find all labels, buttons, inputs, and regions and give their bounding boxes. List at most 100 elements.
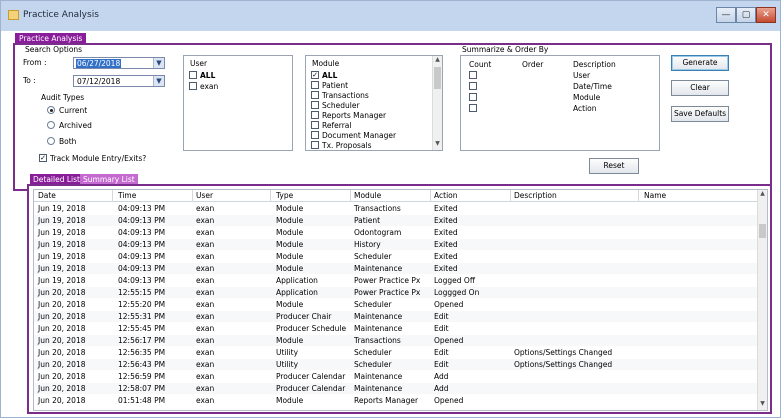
module-referral-checkbox[interactable] (311, 121, 319, 129)
table-cell (642, 347, 644, 358)
summarize-action-checkbox[interactable] (469, 104, 477, 112)
module-reports-manager-checkbox[interactable] (311, 111, 319, 119)
scroll-up-icon[interactable]: ▲ (433, 56, 442, 66)
table-row[interactable]: Jun 19, 2018 04:09:13 PM exan Module Transac… (34, 203, 759, 214)
table-cell: Jun 20, 2018 (38, 336, 86, 345)
table-cell: 04:09:13 PM (118, 252, 166, 261)
to-date-picker[interactable]: 07/12/2018 ▼ (73, 75, 165, 87)
audit-types-label: Audit Types (41, 93, 85, 102)
table-cell: exan (196, 228, 215, 237)
table-cell: Exited (434, 264, 458, 273)
radio-archived-label: Archived (59, 121, 92, 130)
table-cell: Maintenance (354, 324, 403, 333)
radio-both-label: Both (59, 137, 77, 146)
module-scheduler-checkbox[interactable] (311, 101, 319, 109)
table-cell: 04:09:13 PM (118, 204, 166, 213)
module-list-scrollbar[interactable]: ▲ ▼ (432, 56, 442, 150)
table-row[interactable]: Jun 19, 2018 04:09:13 PM exan Application Po… (34, 275, 759, 286)
column-header[interactable]: Module (352, 190, 381, 202)
column-header[interactable]: Action (432, 190, 458, 202)
table-row[interactable]: Jun 20, 2018 12:55:15 PM exan Application Po… (34, 287, 759, 298)
radio-current[interactable] (47, 106, 55, 114)
column-header[interactable]: Type (274, 190, 293, 202)
radio-both[interactable] (47, 137, 55, 145)
module-patient-checkbox[interactable] (311, 81, 319, 89)
module-list-header: Module (312, 59, 340, 68)
from-date-picker[interactable]: 06/27/2018 ▼ (73, 57, 165, 69)
table-row[interactable]: Jun 20, 2018 12:56:43 PM exan Utility Schedu… (34, 359, 759, 370)
close-button[interactable]: ✕ (756, 7, 776, 23)
summarize-module-checkbox[interactable] (469, 93, 477, 101)
table-cell: 12:58:07 PM (118, 384, 166, 393)
column-header[interactable]: Description (512, 190, 557, 202)
table-cell: Jun 19, 2018 (38, 252, 86, 261)
minimize-button[interactable]: — (716, 7, 736, 23)
summarize-datetime-checkbox[interactable] (469, 82, 477, 90)
save-defaults-button[interactable]: Save Defaults (671, 106, 729, 122)
table-cell: Edit (434, 348, 449, 357)
maximize-button[interactable]: ▢ (736, 7, 756, 23)
table-row[interactable]: Jun 20, 2018 12:55:31 PM exan Producer Chai… (34, 311, 759, 322)
module-tx-proposals-checkbox[interactable] (311, 141, 319, 149)
table-cell: exan (196, 372, 215, 381)
radio-archived[interactable] (47, 121, 55, 129)
table-row[interactable]: Jun 20, 2018 12:56:17 PM exan Module Transac… (34, 335, 759, 346)
table-row[interactable]: Jun 20, 2018 12:56:35 PM exan Utility Schedu… (34, 347, 759, 358)
summarize-grid[interactable]: Count Order Description User Date/Time M… (460, 55, 660, 151)
table-cell: Maintenance (354, 264, 403, 273)
table-row[interactable]: Jun 19, 2018 04:09:13 PM exan Module Odontog… (34, 227, 759, 238)
table-cell (512, 227, 514, 238)
table-cell: Jun 20, 2018 (38, 300, 86, 309)
summarize-description-header: Description (573, 60, 616, 69)
scroll-down-icon[interactable]: ▼ (758, 400, 767, 410)
module-all-checkbox[interactable]: ✓ (311, 71, 319, 79)
table-row[interactable]: Jun 20, 2018 12:55:45 PM exan Producer Sche… (34, 323, 759, 334)
title-bar[interactable]: Practice Analysis — ▢ ✕ (1, 1, 780, 31)
user-all-checkbox[interactable] (189, 71, 197, 79)
table-row[interactable]: Jun 20, 2018 12:56:59 PM exan Producer Cale… (34, 371, 759, 382)
generate-button[interactable]: Generate (671, 55, 729, 71)
table-cell: 04:09:13 PM (118, 276, 166, 285)
reset-button[interactable]: Reset (589, 158, 639, 174)
track-module-checkbox[interactable]: ✓ (39, 154, 47, 162)
table-cell: Options/Settings Changed (514, 348, 613, 357)
table-row[interactable]: Jun 19, 2018 04:09:13 PM exan Module Schedul… (34, 251, 759, 262)
table-cell: Jun 20, 2018 (38, 396, 86, 405)
table-cell (642, 263, 644, 274)
grid-scrollbar[interactable]: ▲ ▼ (757, 190, 767, 410)
column-header[interactable]: Time (116, 190, 136, 202)
clear-button[interactable]: Clear (671, 80, 729, 96)
table-cell (642, 395, 644, 406)
scroll-down-icon[interactable]: ▼ (433, 140, 442, 150)
column-header[interactable]: Name (642, 190, 666, 202)
user-exan-checkbox[interactable] (189, 82, 197, 90)
user-list[interactable]: User ALL exan (183, 55, 293, 151)
table-cell: 12:56:59 PM (118, 372, 166, 381)
module-document-manager-checkbox[interactable] (311, 131, 319, 139)
chevron-down-icon[interactable]: ▼ (153, 76, 164, 86)
table-cell: Module (276, 228, 304, 237)
summarize-user-checkbox[interactable] (469, 71, 477, 79)
module-scroll-thumb[interactable] (434, 67, 441, 89)
table-cell (512, 311, 514, 322)
module-patient-label: Patient (322, 81, 349, 90)
table-row[interactable]: Jun 20, 2018 12:55:20 PM exan Module Schedul… (34, 299, 759, 310)
table-cell: Producer Schedule (276, 324, 347, 333)
column-header[interactable]: User (194, 190, 213, 202)
table-cell: Jun 20, 2018 (38, 324, 86, 333)
table-row[interactable]: Jun 19, 2018 04:09:13 PM exan Module History… (34, 239, 759, 250)
scroll-up-icon[interactable]: ▲ (758, 190, 767, 200)
table-cell: exan (196, 324, 215, 333)
table-row[interactable]: Jun 20, 2018 01:51:48 PM exan Module Reports… (34, 395, 759, 406)
module-list[interactable]: Module ✓ ALL Patient Transactions Schedu… (305, 55, 443, 151)
table-row[interactable]: Jun 20, 2018 12:58:07 PM exan Producer Cale… (34, 383, 759, 394)
table-row[interactable]: Jun 19, 2018 04:09:13 PM exan Module Patient… (34, 215, 759, 226)
grid-header: Date Time User Type Module Action Descri… (34, 190, 759, 202)
table-row[interactable]: Jun 19, 2018 04:09:13 PM exan Module Mainten… (34, 263, 759, 274)
column-header[interactable]: Date (36, 190, 56, 202)
table-cell: Producer Calendar (276, 372, 346, 381)
module-transactions-checkbox[interactable] (311, 91, 319, 99)
audit-grid[interactable]: Date Time User Type Module Action Descri… (33, 189, 768, 411)
chevron-down-icon[interactable]: ▼ (153, 58, 164, 68)
grid-scroll-thumb[interactable] (759, 224, 766, 238)
